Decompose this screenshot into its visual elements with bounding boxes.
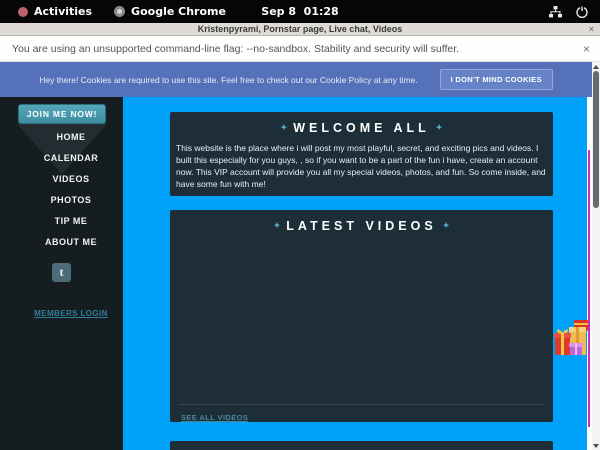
welcome-body-text: This website is the place where i will p… [170, 135, 553, 190]
infobar-message: You are using an unsupported command-lin… [0, 43, 459, 55]
page-scrollbar[interactable] [592, 62, 600, 450]
sidebar-item-about-me[interactable]: ABOUT ME [19, 232, 123, 253]
screen: Activities Google Chrome Sep 8 01:28 [0, 0, 600, 450]
focused-app-menu[interactable]: Google Chrome [106, 0, 234, 23]
scroll-up-icon[interactable] [592, 62, 600, 71]
tumblr-icon[interactable]: t [52, 263, 71, 282]
sidebar-item-calendar[interactable]: CALENDAR [19, 148, 123, 169]
activities-button[interactable]: Activities [10, 0, 100, 23]
diamond-bullet-icon: ✦ [437, 221, 456, 230]
window-close-icon[interactable]: × [589, 23, 594, 36]
sidebar-item-tip-me[interactable]: TIP ME [19, 211, 123, 232]
gift-boxes-image [554, 320, 592, 362]
latest-videos-title: ✦LATEST VIDEOS✦ [170, 210, 553, 233]
sidebar-nav: HOME CALENDAR VIDEOS PHOTOS TIP ME ABOUT… [0, 127, 123, 253]
next-section-panel [170, 441, 553, 450]
page-edge-magenta-stripe [588, 150, 590, 427]
latest-videos-title-text: LATEST VIDEOS [286, 219, 436, 233]
window-titlebar: Kristenpyrami, Pornstar page, Live chat,… [0, 23, 600, 36]
infobar-close-icon[interactable]: × [583, 42, 590, 56]
cookie-message: Hey there! Cookies are required to use t… [39, 75, 417, 85]
main-area: ✦WELCOME ALL✦ This website is the place … [123, 97, 587, 450]
members-login-link[interactable]: MEMBERS LOGIN [0, 309, 123, 318]
page-viewport: Hey there! Cookies are required to use t… [0, 62, 600, 450]
see-all-videos-link[interactable]: SEE ALL VIDEOS [170, 405, 248, 422]
activities-label: Activities [34, 5, 92, 18]
join-me-now-button[interactable]: JOIN ME NOW! [18, 104, 106, 124]
cookie-banner: Hey there! Cookies are required to use t… [0, 62, 592, 97]
site-content: JOIN ME NOW! HOME CALENDAR VIDEOS PHOTOS… [0, 97, 592, 450]
latest-videos-empty-area [170, 233, 553, 404]
window-title: Kristenpyrami, Pornstar page, Live chat,… [198, 24, 402, 34]
sidebar-item-home[interactable]: HOME [19, 127, 123, 148]
sidebar: JOIN ME NOW! HOME CALENDAR VIDEOS PHOTOS… [0, 97, 123, 450]
gnome-top-bar: Activities Google Chrome Sep 8 01:28 [0, 0, 600, 23]
scroll-down-icon[interactable] [592, 441, 600, 450]
diamond-bullet-icon: ✦ [268, 221, 287, 230]
power-icon[interactable] [576, 6, 588, 18]
welcome-title-text: WELCOME ALL [293, 121, 430, 135]
sidebar-item-videos[interactable]: VIDEOS [19, 169, 123, 190]
app-name-label: Google Chrome [131, 5, 226, 18]
welcome-title: ✦WELCOME ALL✦ [170, 112, 553, 135]
diamond-bullet-icon: ✦ [430, 123, 449, 132]
diamond-bullet-icon: ✦ [275, 123, 294, 132]
sidebar-item-photos[interactable]: PHOTOS [19, 190, 123, 211]
network-icon[interactable] [549, 6, 562, 18]
scrollbar-thumb[interactable] [593, 71, 599, 208]
cookie-accept-button[interactable]: I DON'T MIND COOKIES [440, 69, 553, 90]
chrome-icon [114, 6, 125, 17]
chrome-infobar: You are using an unsupported command-lin… [0, 36, 600, 62]
activities-indicator-icon [18, 7, 28, 17]
latest-videos-panel: ✦LATEST VIDEOS✦ SEE ALL VIDEOS [170, 210, 553, 422]
welcome-panel: ✦WELCOME ALL✦ This website is the place … [170, 112, 553, 196]
